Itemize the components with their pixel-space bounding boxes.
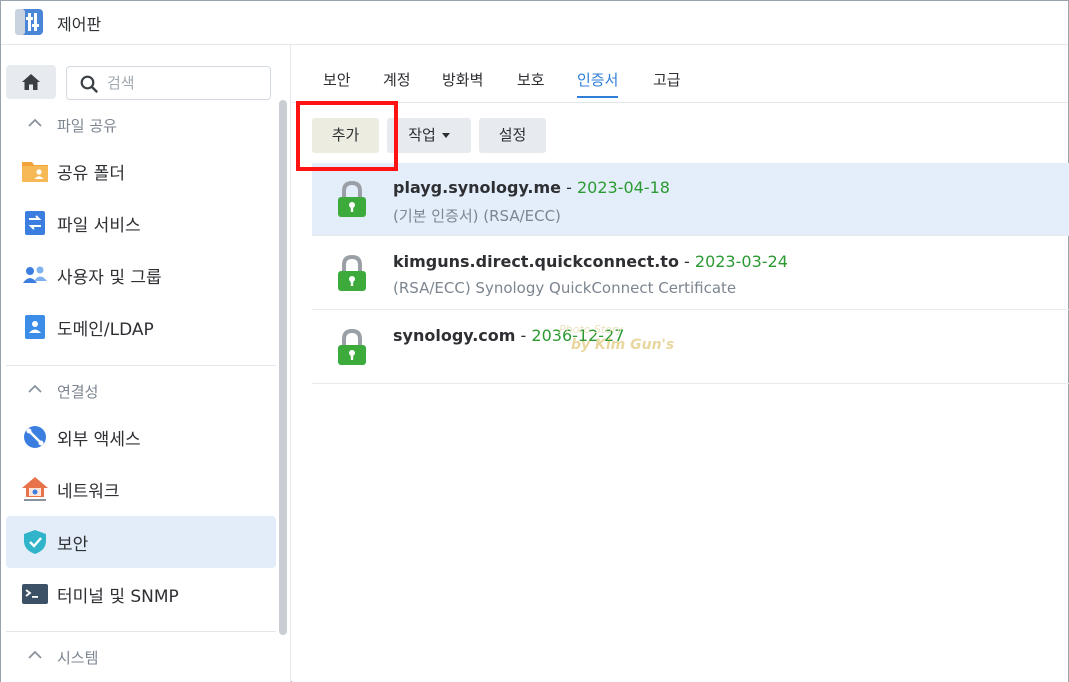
lock-icon (338, 180, 366, 217)
control-panel-app-icon (15, 9, 43, 35)
tab-security[interactable]: 보안 (323, 69, 351, 90)
section-header-connectivity[interactable]: 연결성 (1, 371, 277, 411)
action-dropdown-button[interactable]: 작업 (387, 118, 471, 153)
section-divider (6, 365, 276, 366)
search-icon (80, 75, 98, 93)
tab-bar: 보안 계정 방화벽 보호 인증서 고급 (292, 45, 1068, 103)
file-services-icon (25, 211, 45, 235)
sidebar-item-label: 사용자 및 그룹 (57, 268, 162, 288)
section-label: 시스템 (57, 649, 99, 667)
certificate-description: (기본 인증서) (RSA/ECC) (393, 207, 561, 225)
tab-advanced[interactable]: 고급 (653, 69, 681, 90)
external-access-icon (24, 426, 46, 448)
user-group-icon (23, 266, 47, 283)
sidebar-scrollbar[interactable] (279, 100, 287, 635)
expiry-date: 2023-04-18 (576, 178, 670, 197)
certificate-row[interactable]: kimguns.direct.quickconnect.to - 2023-03… (312, 237, 1069, 310)
security-shield-icon (24, 530, 46, 554)
section-divider (6, 631, 276, 632)
chevron-up-icon (28, 118, 42, 127)
certificate-title: playg.synology.me - 2023-04-18 (393, 178, 670, 197)
sidebar-item-shared-folder[interactable]: 공유 폴더 (6, 145, 276, 197)
shared-folder-icon (22, 162, 48, 182)
certificate-name: kimguns.direct.quickconnect.to (393, 252, 679, 271)
separator: - (561, 178, 577, 197)
separator: - (678, 252, 695, 271)
sidebar-item-label: 공유 폴더 (57, 164, 125, 184)
certificate-row[interactable]: synology.com - 2036-12-27 (312, 311, 1069, 384)
home-icon (22, 74, 40, 90)
sidebar-item-label: 네트워크 (57, 482, 120, 502)
sidebar-item-user-group[interactable]: 사용자 및 그룹 (6, 249, 276, 301)
main-panel: 보안 계정 방화벽 보호 인증서 고급 추가 작업 설정 playg.synol… (292, 45, 1069, 682)
chevron-up-icon (28, 384, 42, 393)
annotation-highlight-box (296, 101, 398, 171)
lock-icon (338, 328, 366, 365)
title-bar: 제어판 (1, 1, 1068, 45)
control-panel-window: 제어판 파일 공유 공유 폴더 (0, 0, 1069, 682)
sidebar-item-label: 파일 서비스 (57, 216, 141, 236)
sidebar-item-domain-ldap[interactable]: 도메인/LDAP (6, 301, 276, 353)
terminal-icon (22, 584, 48, 604)
sidebar-item-label: 터미널 및 SNMP (57, 587, 179, 607)
section-label: 파일 공유 (57, 117, 117, 135)
certificate-title: synology.com - 2036-12-27 (393, 326, 624, 345)
sidebar-item-terminal-snmp[interactable]: 터미널 및 SNMP (6, 568, 276, 620)
tab-firewall[interactable]: 방화벽 (442, 69, 483, 90)
certificate-title: kimguns.direct.quickconnect.to - 2023-03… (393, 252, 788, 271)
section-label: 연결성 (57, 383, 99, 401)
sidebar-item-label: 외부 액세스 (57, 430, 141, 450)
sidebar-item-network[interactable]: 네트워크 (6, 463, 276, 515)
expiry-date: 2023-03-24 (694, 252, 788, 271)
sidebar-item-label: 보안 (57, 535, 89, 555)
tab-certificate[interactable]: 인증서 (577, 69, 619, 98)
search-input[interactable] (107, 73, 257, 93)
sidebar-item-security[interactable]: 보안 (6, 516, 276, 568)
certificate-row[interactable]: playg.synology.me - 2023-04-18 (기본 인증서) … (312, 163, 1069, 236)
network-icon (22, 477, 48, 501)
domain-ldap-icon (25, 315, 45, 339)
tab-account[interactable]: 계정 (383, 69, 411, 90)
window-title: 제어판 (57, 15, 102, 34)
certificate-description: (RSA/ECC) Synology QuickConnect Certific… (393, 279, 737, 297)
sidebar-item-label: 도메인/LDAP (57, 320, 154, 340)
section-header-file-sharing[interactable]: 파일 공유 (1, 105, 277, 145)
certificate-name: playg.synology.me (393, 178, 562, 197)
lock-icon (338, 254, 366, 291)
expiry-date: 2036-12-27 (531, 326, 625, 345)
settings-button[interactable]: 설정 (479, 118, 546, 153)
sidebar-item-file-services[interactable]: 파일 서비스 (6, 197, 276, 249)
section-header-system[interactable]: 시스템 (1, 637, 277, 677)
home-button[interactable] (6, 65, 56, 99)
certificate-name: synology.com (393, 326, 516, 345)
caret-down-icon (441, 133, 450, 138)
separator: - (515, 326, 532, 345)
tab-protection[interactable]: 보호 (517, 69, 545, 90)
search-box[interactable] (66, 66, 271, 100)
sidebar-item-external-access[interactable]: 외부 액세스 (6, 411, 276, 463)
chevron-up-icon (28, 650, 42, 659)
sidebar: 파일 공유 공유 폴더 파일 서비스 (1, 45, 291, 682)
action-button-label: 작업 (408, 126, 436, 144)
